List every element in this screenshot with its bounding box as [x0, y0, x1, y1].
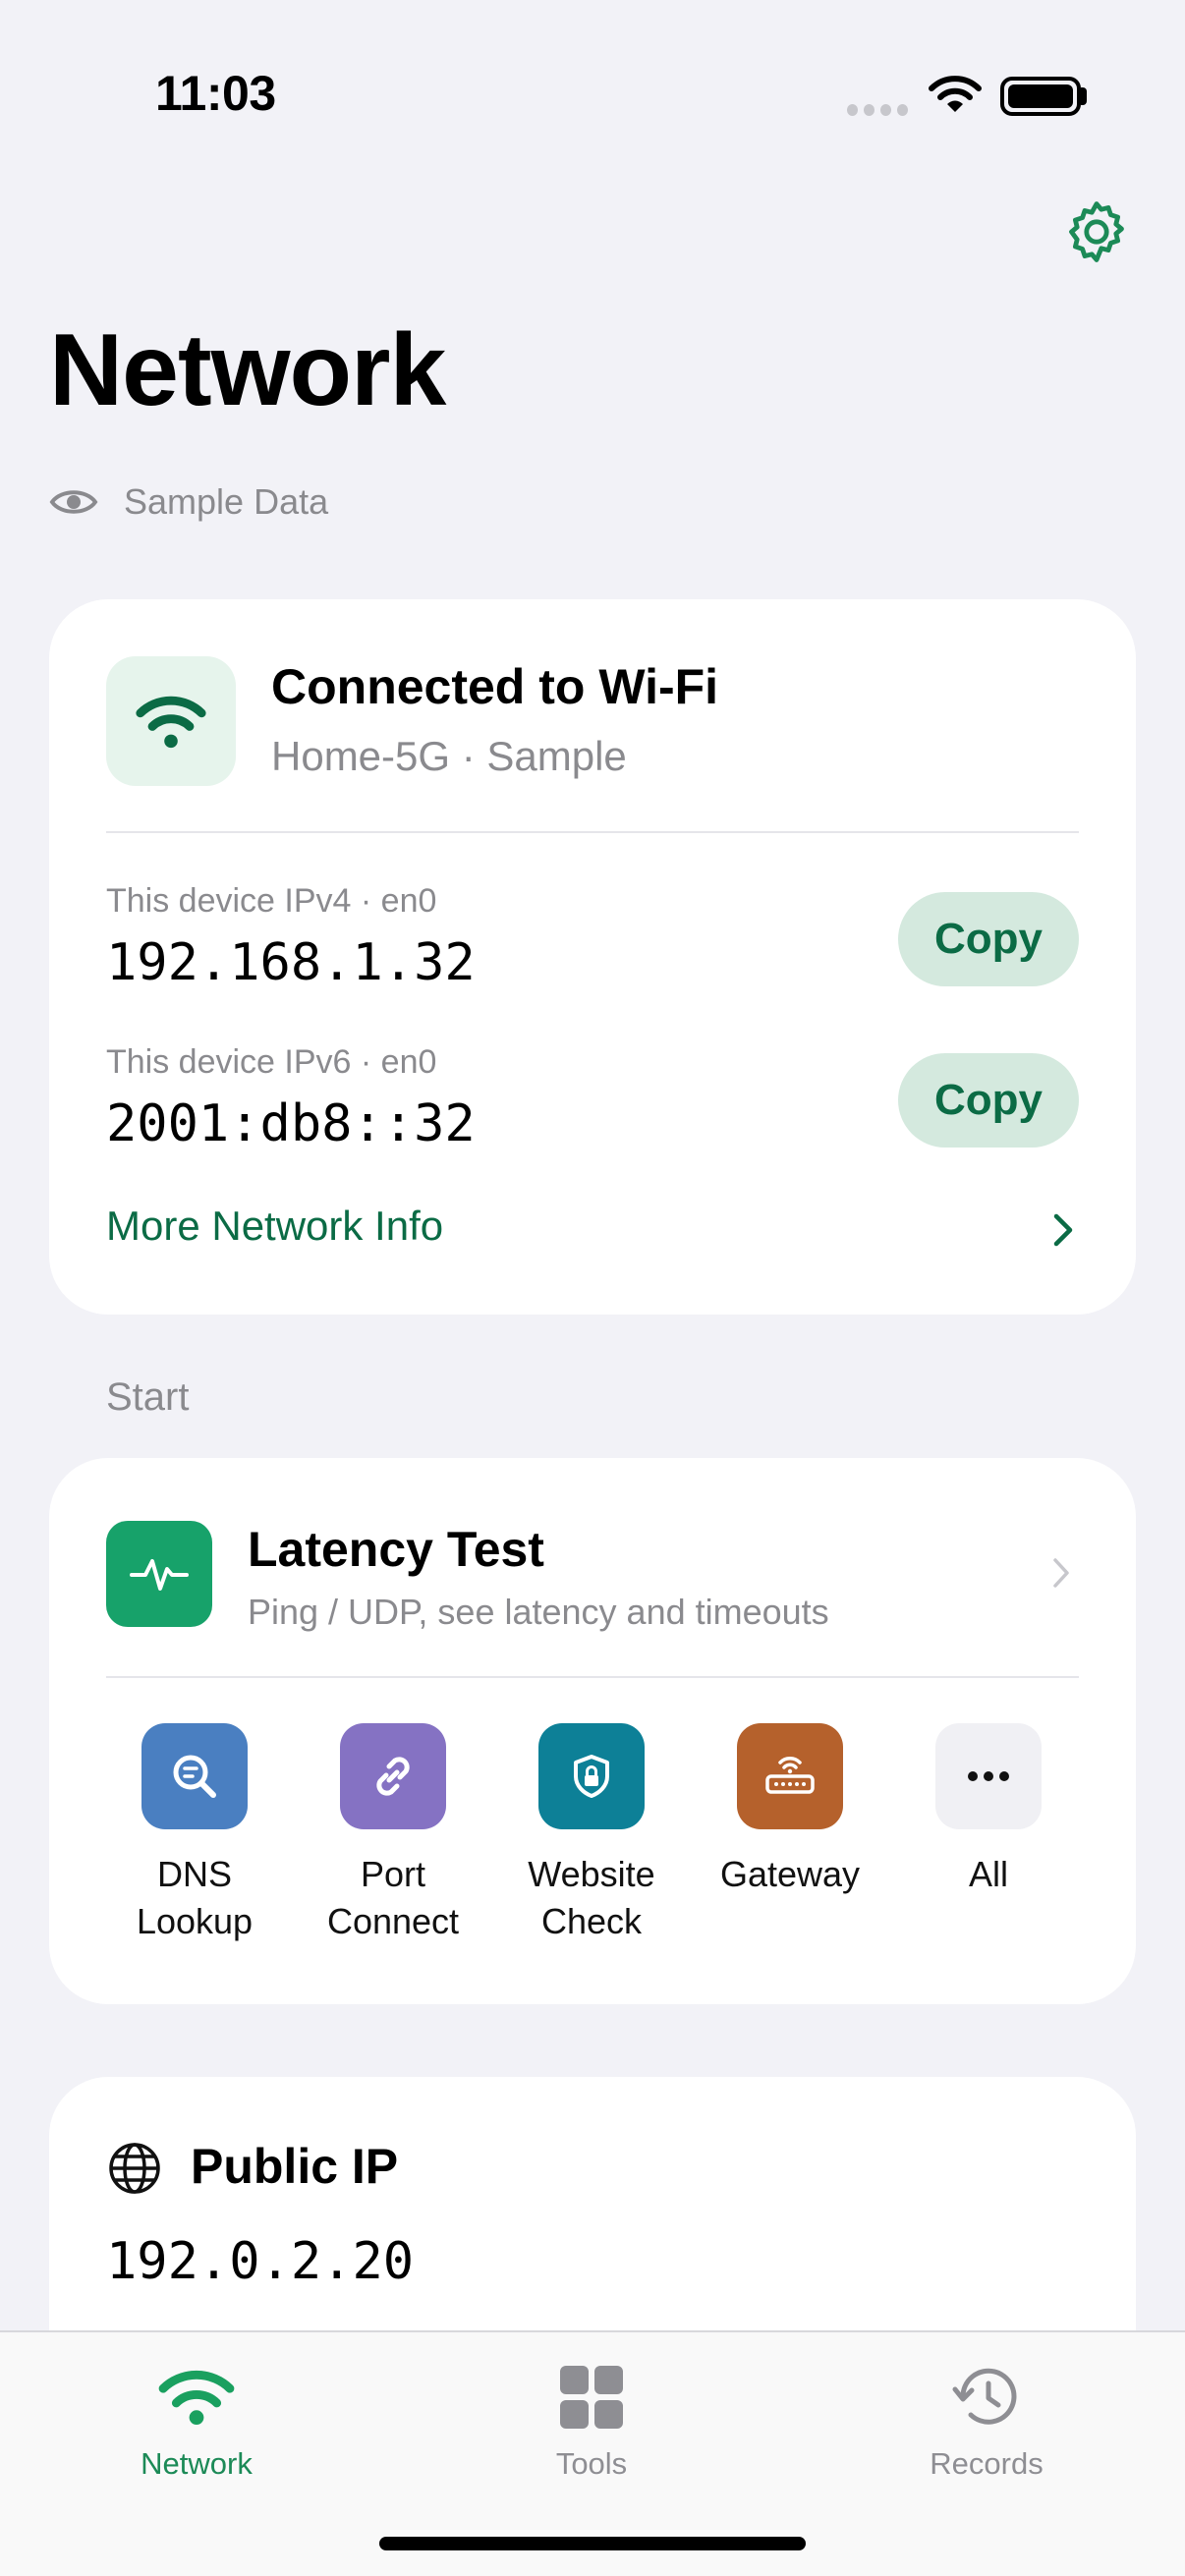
battery-cap	[1081, 87, 1087, 105]
tool-port-connect[interactable]: Port Connect	[295, 1723, 491, 1945]
ipv4-value: 192.168.1.32	[106, 933, 476, 992]
section-label-start: Start	[106, 1375, 190, 1419]
history-icon	[869, 2358, 1104, 2436]
home-indicator	[379, 2537, 806, 2550]
tool-label: DNS Lookup	[136, 1854, 254, 1941]
battery-icon	[1000, 77, 1081, 116]
more-icon	[935, 1723, 1042, 1829]
wifi-status-icon	[929, 76, 982, 112]
tab-label: Network	[141, 2446, 253, 2481]
latency-subtitle: Ping / UDP, see latency and timeouts	[248, 1592, 829, 1632]
public-ip-title: Public IP	[191, 2139, 399, 2194]
pulse-icon	[130, 1559, 189, 1591]
link-icon	[340, 1723, 446, 1829]
more-network-info-link[interactable]: More Network Info	[106, 1203, 443, 1250]
globe-icon	[109, 2143, 160, 2194]
tab-tools[interactable]: Tools	[474, 2358, 709, 2482]
tool-gateway[interactable]: Gateway	[692, 1723, 888, 1898]
tab-label: Records	[930, 2446, 1044, 2481]
tool-label: All	[968, 1854, 1008, 1894]
tool-all[interactable]: All	[890, 1723, 1087, 1898]
wifi-tile	[106, 656, 236, 786]
chevron-right-icon	[1053, 1558, 1069, 1588]
connection-card: Connected to Wi-Fi Home-5G · Sample This…	[49, 599, 1136, 1315]
sample-data-label: Sample Data	[124, 481, 329, 522]
ipv6-value: 2001:db8::32	[106, 1094, 476, 1153]
ipv4-label: This device IPv4 · en0	[106, 882, 437, 920]
sample-data-indicator: Sample Data	[49, 481, 328, 523]
tool-dns-lookup[interactable]: DNS Lookup	[96, 1723, 293, 1945]
wifi-icon	[136, 696, 206, 749]
tool-label: Gateway	[719, 1854, 861, 1894]
tool-website-check[interactable]: Website Check	[493, 1723, 690, 1945]
cellular-signal-icon	[847, 104, 908, 116]
tool-label: Port Connect	[326, 1854, 460, 1941]
tab-network[interactable]: Network	[79, 2358, 314, 2482]
latency-title: Latency Test	[248, 1522, 544, 1577]
connection-title: Connected to Wi-Fi	[271, 659, 719, 714]
router-icon	[737, 1723, 843, 1829]
tab-label: Tools	[555, 2446, 628, 2481]
ipv6-label: This device IPv6 · en0	[106, 1043, 437, 1081]
tool-label: Website Check	[528, 1854, 655, 1941]
eye-icon	[49, 490, 98, 514]
grid-icon	[474, 2358, 709, 2436]
tab-records[interactable]: Records	[869, 2358, 1104, 2482]
magnifier-icon	[141, 1723, 248, 1829]
page-title: Network	[49, 313, 446, 427]
chevron-right-icon[interactable]	[1051, 1212, 1075, 1248]
wifi-icon	[79, 2358, 314, 2436]
gear-icon[interactable]	[1061, 196, 1132, 267]
start-card: Latency Test Ping / UDP, see latency and…	[49, 1458, 1136, 2004]
connection-subtitle: Home-5G · Sample	[271, 733, 627, 779]
latency-tile	[106, 1521, 212, 1627]
public-ip-value: 192.0.2.20	[106, 2232, 415, 2291]
shield-lock-icon	[538, 1723, 645, 1829]
copy-ipv6-button[interactable]: Copy	[898, 1053, 1079, 1148]
copy-ipv4-button[interactable]: Copy	[898, 892, 1079, 986]
divider	[106, 831, 1079, 833]
status-time: 11:03	[155, 66, 276, 121]
divider	[106, 1676, 1079, 1678]
